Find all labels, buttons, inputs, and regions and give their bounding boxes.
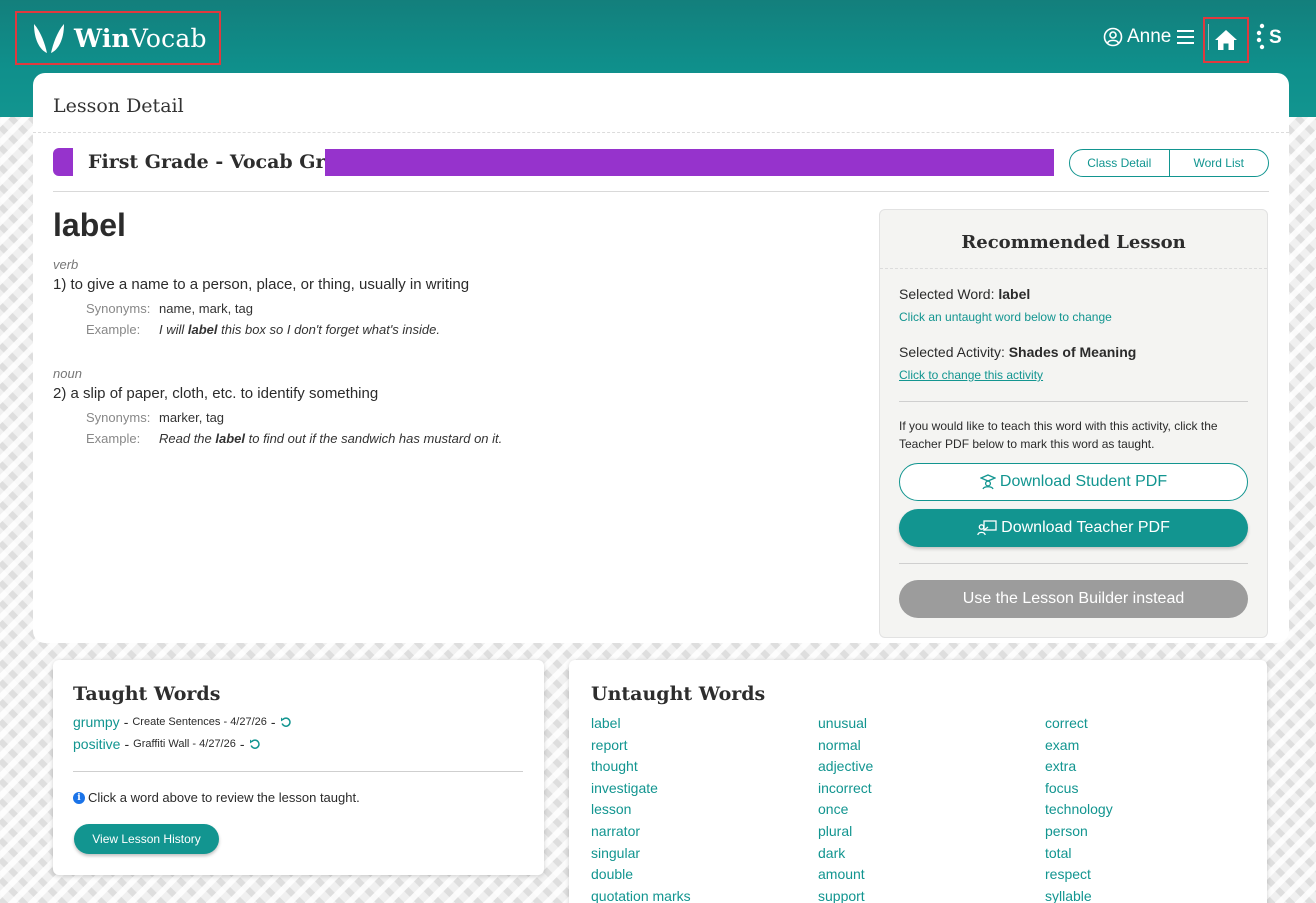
untaught-word-link[interactable]: investigate (591, 778, 818, 800)
untaught-words-grid: label report thought investigate lesson … (591, 713, 1281, 903)
taught-words-card: Taught Words grumpy - Create Sentences -… (53, 660, 544, 875)
untaught-words-title: Untaught Words (591, 683, 766, 705)
class-color-bar (325, 149, 1054, 176)
example-label: Example: (86, 431, 141, 446)
recommended-lesson-panel: Recommended Lesson Selected Word: label … (879, 209, 1268, 638)
logo-text: WinVocab (74, 23, 207, 53)
page-title: Lesson Detail (53, 95, 184, 117)
view-lesson-history-button[interactable]: View Lesson History (74, 824, 219, 854)
hamburger-menu-icon[interactable] (1177, 29, 1195, 45)
class-color-cap (53, 148, 73, 176)
svg-text:S: S (1269, 27, 1282, 48)
user-menu[interactable]: Anne (1103, 24, 1199, 50)
taught-word-item: positive - Graffiti Wall - 4/27/26 - (73, 736, 261, 752)
selected-activity: Selected Activity: Shades of Meaning (899, 344, 1137, 360)
word-list-button[interactable]: Word List (1168, 150, 1269, 176)
word-title: label (53, 207, 126, 243)
taught-word-link[interactable]: grumpy (73, 714, 120, 730)
undo-icon[interactable] (280, 716, 292, 728)
untaught-word-link[interactable]: correct (1045, 713, 1272, 735)
untaught-word-link[interactable]: dark (818, 843, 1045, 865)
taught-word-item: grumpy - Create Sentences - 4/27/26 - (73, 714, 292, 730)
divider (880, 268, 1267, 269)
untaught-word-link[interactable]: thought (591, 756, 818, 778)
untaught-word-link[interactable]: once (818, 799, 1045, 821)
synonyms-label: Synonyms: (86, 410, 151, 425)
teacher-pdf-note: If you would like to teach this word wit… (899, 419, 1218, 451)
taught-words-title: Taught Words (73, 683, 221, 705)
untaught-word-link[interactable]: exam (1045, 735, 1272, 757)
example-sentence: Read the label to find out if the sandwi… (159, 431, 503, 446)
lesson-builder-button[interactable]: Use the Lesson Builder instead (899, 580, 1248, 618)
brand-s-icon[interactable]: S (1256, 22, 1286, 52)
definition-text: 2) a slip of paper, cloth, etc. to ident… (53, 385, 379, 402)
divider (53, 191, 1269, 192)
lesson-detail-card: Lesson Detail First Grade - Vocab Gr 1 C… (33, 73, 1289, 643)
untaught-word-link[interactable]: lesson (591, 799, 818, 821)
untaught-word-link[interactable]: support (818, 886, 1045, 903)
info-icon: i (73, 791, 85, 804)
untaught-word-link[interactable]: unusual (818, 713, 1045, 735)
synonyms-label: Synonyms: (86, 301, 151, 316)
selected-word: Selected Word: label (899, 286, 1031, 302)
divider (33, 132, 1289, 133)
untaught-word-link[interactable]: person (1045, 821, 1272, 843)
taught-info-text: Click a word above to review the lesson … (88, 790, 360, 805)
untaught-word-link[interactable]: extra (1045, 756, 1272, 778)
download-teacher-pdf-button[interactable]: Download Teacher PDF (899, 509, 1248, 547)
divider (73, 771, 523, 772)
untaught-word-link[interactable]: plural (818, 821, 1045, 843)
example-label: Example: (86, 322, 141, 337)
user-name: Anne (1127, 26, 1172, 47)
untaught-words-column: correct exam extra focus technology pers… (1045, 713, 1272, 903)
untaught-word-link[interactable]: report (591, 735, 818, 757)
synonyms-value: name, mark, tag (159, 301, 253, 316)
logo[interactable]: WinVocab (15, 11, 221, 65)
part-of-speech: verb (53, 257, 79, 272)
untaught-word-link[interactable]: narrator (591, 821, 818, 843)
taught-word-meta: Graffiti Wall - 4/27/26 (133, 738, 236, 750)
untaught-word-link[interactable]: respect (1045, 864, 1272, 886)
untaught-word-link[interactable]: incorrect (818, 778, 1045, 800)
untaught-words-column: label report thought investigate lesson … (591, 713, 818, 903)
untaught-word-link[interactable]: label (591, 713, 818, 735)
download-student-pdf-button[interactable]: Download Student PDF (899, 463, 1248, 501)
untaught-word-link[interactable]: singular (591, 843, 818, 865)
student-icon (979, 474, 996, 490)
class-name: First Grade - Vocab Gr 1 (88, 151, 346, 173)
definition-1: verb 1) to give a name to a person, plac… (53, 257, 469, 337)
definition-text: 1) to give a name to a person, place, or… (53, 276, 470, 293)
untaught-word-link[interactable]: quotation marks (591, 886, 818, 903)
untaught-word-link[interactable]: amount (818, 864, 1045, 886)
taught-word-link[interactable]: positive (73, 736, 120, 752)
divider (899, 401, 1248, 402)
class-nav-buttons: Class Detail Word List (1069, 149, 1269, 177)
undo-icon[interactable] (249, 738, 261, 750)
taught-word-meta: Create Sentences - 4/27/26 (132, 716, 267, 728)
change-activity-link[interactable]: Click to change this activity (899, 368, 1043, 382)
part-of-speech: noun (53, 366, 82, 381)
untaught-words-column: unusual normal adjective incorrect once … (818, 713, 1045, 903)
untaught-word-link[interactable]: syllable (1045, 886, 1272, 903)
home-button[interactable] (1203, 17, 1249, 63)
class-detail-button[interactable]: Class Detail (1070, 150, 1169, 176)
untaught-word-link[interactable]: double (591, 864, 818, 886)
example-sentence: I will label this box so I don't forget … (159, 322, 440, 337)
taught-info: i Click a word above to review the lesso… (73, 790, 360, 805)
untaught-word-link[interactable]: technology (1045, 799, 1272, 821)
untaught-words-card: Untaught Words label report thought inve… (569, 660, 1267, 903)
home-icon (1215, 30, 1237, 50)
divider (899, 563, 1248, 564)
untaught-word-link[interactable]: total (1045, 843, 1272, 865)
user-circle-icon (1103, 27, 1123, 47)
untaught-word-link[interactable]: normal (818, 735, 1045, 757)
change-word-link[interactable]: Click an untaught word below to change (899, 310, 1112, 324)
untaught-word-link[interactable]: adjective (818, 756, 1045, 778)
synonyms-value: marker, tag (159, 410, 225, 425)
recommended-lesson-title: Recommended Lesson (961, 232, 1186, 253)
untaught-word-link[interactable]: focus (1045, 778, 1272, 800)
winvocab-leaf-icon (34, 24, 64, 53)
teacher-icon (977, 520, 997, 536)
definition-2: noun 2) a slip of paper, cloth, etc. to … (53, 366, 502, 446)
